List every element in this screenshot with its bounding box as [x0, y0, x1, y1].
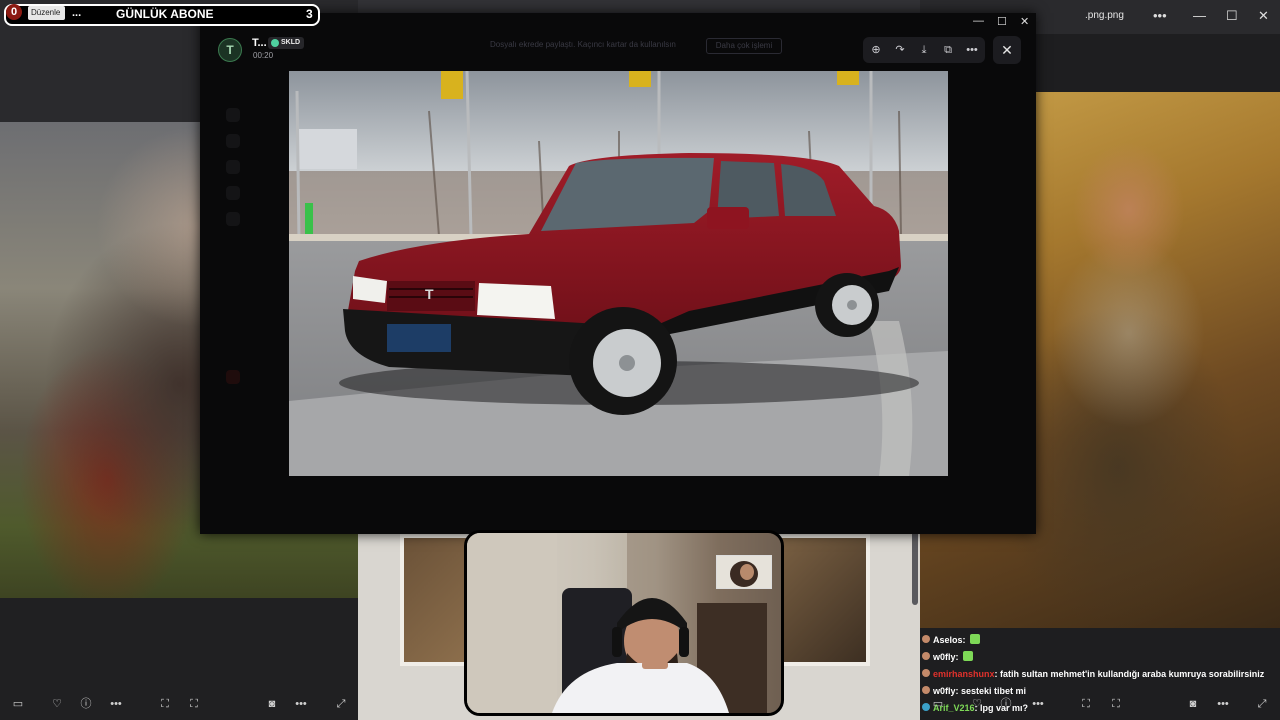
close-viewer-button[interactable]: ✕	[993, 36, 1021, 64]
counter-title: GÜNLÜK ABONE	[116, 7, 214, 21]
chat-text: fatih sultan mehmet'in kullandığı araba …	[1000, 669, 1265, 679]
camera-icon[interactable]: ◙	[264, 697, 280, 711]
chat-username: Aselos	[933, 635, 963, 645]
avatar	[922, 669, 930, 677]
message-time: 00:20	[253, 51, 274, 60]
avatar	[922, 686, 930, 694]
counter-right-value: 3	[306, 7, 313, 21]
screenshot-icon[interactable]: ⛶	[1108, 697, 1124, 711]
screenshot-icon[interactable]: ⛶	[1078, 697, 1094, 711]
sidebar-item	[226, 186, 240, 200]
chat-username: emirhanshunx	[933, 669, 995, 679]
file-name: .png.png	[1085, 10, 1124, 21]
counter-dots: ...	[72, 7, 82, 19]
sender-avatar: T	[218, 38, 242, 62]
counter-left-value: 0	[6, 4, 22, 20]
window-icon[interactable]: ▭	[10, 697, 26, 711]
car-photo-drawing: T	[289, 71, 948, 476]
camera-icon[interactable]: ◙	[1185, 697, 1201, 711]
maximize-icon[interactable]: ☐	[997, 15, 1007, 28]
window-icon[interactable]: ▭	[930, 697, 946, 711]
close-icon[interactable]: ✕	[1020, 15, 1029, 28]
download-icon[interactable]: ⤓	[916, 43, 932, 57]
webcam-inset	[716, 555, 772, 589]
info-icon[interactable]: ⓘ	[78, 697, 94, 711]
more-icon[interactable]: •••	[1215, 697, 1231, 711]
maximize-icon[interactable]: ☐	[1226, 8, 1238, 24]
chat-message: w0fly:	[922, 649, 1278, 666]
more-icon[interactable]: •••	[964, 43, 980, 57]
heart-icon[interactable]: ♡	[969, 697, 985, 711]
sidebar-item	[226, 160, 240, 174]
heart-icon[interactable]: ♡	[49, 697, 65, 711]
viewer-background-text: Dosyalı ekrede paylaştı. Kaçıncı kartar …	[490, 40, 676, 49]
info-icon[interactable]: ⓘ	[998, 697, 1014, 711]
minimize-icon[interactable]: —	[1193, 8, 1206, 23]
more-icon[interactable]: •••	[293, 697, 309, 711]
close-icon[interactable]: ✕	[1258, 8, 1269, 24]
avatar	[922, 635, 930, 643]
car-photo[interactable]: T	[289, 71, 948, 476]
chat-message: Aselos:	[922, 632, 1278, 649]
open-external-icon[interactable]: ⧉	[940, 43, 956, 57]
more-icon[interactable]: •••	[1153, 8, 1167, 23]
avatar	[922, 652, 930, 660]
chat-text: sesteki tibet mi	[961, 686, 1027, 696]
chat-username: w0fly	[933, 652, 956, 662]
sidebar-item	[226, 370, 240, 384]
sidebar-item	[226, 134, 240, 148]
emote-icon	[963, 651, 974, 661]
viewer-background-button: Daha çok işlemi	[706, 38, 782, 54]
avatar	[922, 703, 930, 711]
webcam-inset-drawing	[717, 556, 771, 588]
expand-icon[interactable]: ⤢	[333, 697, 349, 711]
more-icon[interactable]: •••	[108, 697, 124, 711]
minimize-icon[interactable]: —	[973, 15, 984, 27]
emote-icon	[970, 634, 981, 644]
sidebar-item	[226, 108, 240, 122]
screenshot-icon[interactable]: ⛶	[157, 697, 173, 711]
share-icon[interactable]: ↷	[892, 43, 908, 57]
screenshot-icon[interactable]: ⛶	[186, 697, 202, 711]
chat-username: w0fly	[933, 686, 956, 696]
sidebar-item	[226, 212, 240, 226]
zoom-in-icon[interactable]: ⊕	[868, 43, 884, 57]
more-icon[interactable]: •••	[1030, 697, 1046, 711]
expand-icon[interactable]: ⤢	[1254, 697, 1270, 711]
svg-text:T: T	[425, 286, 434, 302]
edit-button[interactable]: Düzenle	[28, 6, 65, 20]
chat-message: emirhanshunx: fatih sultan mehmet'in kul…	[922, 666, 1278, 683]
online-dot-icon	[271, 39, 279, 47]
sender-name[interactable]: T...	[252, 37, 267, 49]
